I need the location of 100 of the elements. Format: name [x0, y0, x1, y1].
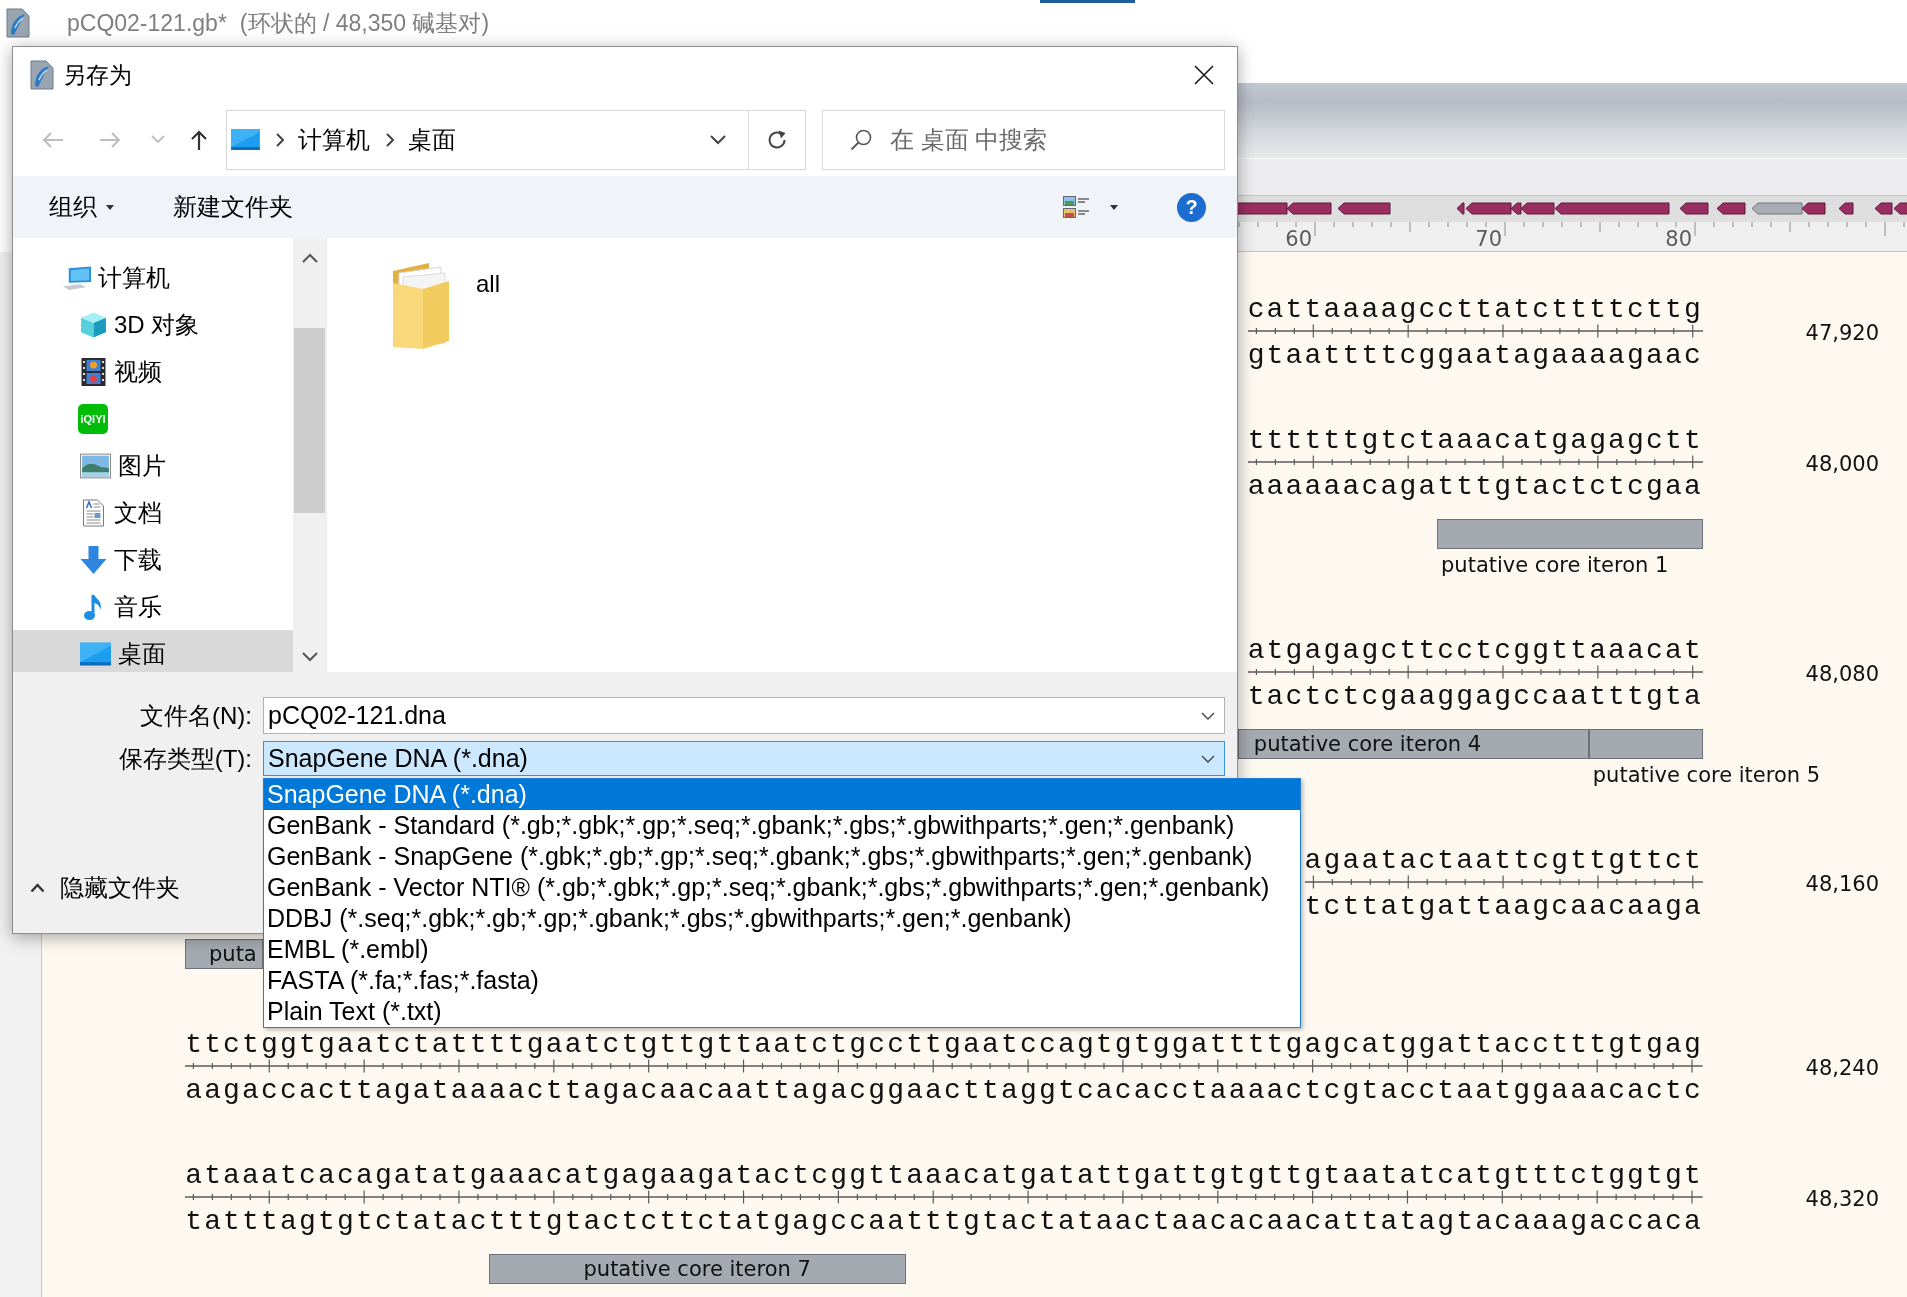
- picture-icon: [80, 452, 111, 479]
- close-icon: [1194, 65, 1214, 85]
- file-name[interactable]: all: [476, 269, 500, 299]
- feature-bar[interactable]: putative core iteron 7: [488, 1254, 906, 1284]
- feature-arrow[interactable]: [1874, 202, 1893, 215]
- feature-arrow[interactable]: [1679, 202, 1709, 215]
- dropdown-option[interactable]: GenBank - Vector NTI® (*.gb;*.gbk;*.gp;*.seq;*.gbank;*.gbs;*.gbwithparts;*.gen;*.genbank): [264, 872, 1300, 903]
- chevron-right-icon: [386, 132, 394, 147]
- dropdown-option[interactable]: GenBank - SnapGene (*.gbk;*.gb;*.gp;*.seq;*.gbank;*.gbs;*.gbwithparts;*.gen;*.genbank): [264, 841, 1300, 872]
- position-number: 48,320: [1805, 1186, 1879, 1212]
- up-arrow-icon: [190, 128, 208, 151]
- nav-item[interactable]: 桌面: [13, 630, 293, 672]
- thumbnail-list-icon: [1063, 195, 1090, 219]
- screen-icon: [80, 640, 111, 667]
- address-bar[interactable]: 计算机 桌面: [226, 109, 806, 170]
- feature-label: putative core iteron 1: [1441, 552, 1669, 578]
- app-logo: iQIYI: [78, 403, 108, 434]
- top-strand: cattaaaagccttatcttttcttg: [1247, 297, 1703, 323]
- dropdown-option[interactable]: GenBank - Standard (*.gb;*.gbk;*.gp;*.seq;*.gbank;*.gbs;*.gbwithparts;*.gen;*.genbank): [264, 810, 1300, 841]
- dropdown-option[interactable]: SnapGene DNA (*.dna): [264, 779, 1300, 810]
- top-strand: agaatactaattcgttgttct: [1304, 848, 1703, 874]
- screen-icon: [231, 129, 260, 150]
- nav-item[interactable]: 视频: [13, 348, 293, 395]
- bottom-strand: aaaaaacagatttgtactctcgaa: [1247, 474, 1703, 500]
- scroll-up-icon[interactable]: [301, 253, 318, 263]
- scrollbar[interactable]: [293, 238, 326, 672]
- feature-arrow[interactable]: [1456, 202, 1465, 215]
- feature-bar[interactable]: puta: [185, 939, 263, 969]
- breadcrumb-item[interactable]: 桌面: [408, 124, 456, 155]
- feature-arrow[interactable]: [1893, 202, 1907, 215]
- feature-arrow[interactable]: [1801, 202, 1826, 215]
- caret-icon: [106, 204, 114, 210]
- position-number: 48,240: [1805, 1055, 1879, 1081]
- nav-item[interactable]: 音乐: [13, 583, 293, 630]
- dialog-logo-icon: [30, 60, 54, 90]
- nav-item[interactable]: 计算机: [13, 254, 293, 301]
- refresh-icon: [766, 128, 788, 151]
- ruler-label: 70: [1475, 228, 1502, 251]
- chevron-down-icon: [1201, 754, 1215, 763]
- dropdown-option[interactable]: EMBL (*.embl): [264, 934, 1300, 965]
- dropdown-option[interactable]: DDBJ (*.seq;*.gbk;*.gb;*.gp;*.gbank;*.gbs;*.gbwithparts;*.gen;*.genbank): [264, 903, 1300, 934]
- scroll-down-icon[interactable]: [301, 652, 318, 662]
- top-strand: ttctggtgaatctattttgaatctgttgttaatctgccttgaatccagtgtggattttgagcatggattacctttgtgag: [185, 1032, 1703, 1058]
- window-subtitle: (环状的 / 48,350 碱基对): [239, 8, 490, 38]
- app-logo-icon: [6, 8, 30, 38]
- bottom-strand: tactctcgaaggagccaatttgta: [1247, 684, 1703, 710]
- scrollbar-thumb[interactable]: [294, 328, 325, 513]
- position-number: 47,920: [1805, 320, 1879, 346]
- forward-arrow-icon: [99, 130, 121, 149]
- dropdown-option[interactable]: FASTA (*.fa;*.fas;*.fasta): [264, 965, 1300, 996]
- chevron-down-icon: [710, 134, 726, 145]
- new-folder-button[interactable]: 新建文件夹: [173, 191, 293, 223]
- organize-button[interactable]: 组织: [49, 191, 114, 223]
- top-strand: ttttttgtctaaacatgagagctt: [1247, 428, 1703, 454]
- breadcrumb-item[interactable]: 计算机: [298, 124, 370, 155]
- down-arrow-icon: [80, 545, 107, 574]
- feature-arrow[interactable]: [1286, 202, 1332, 215]
- nav-item[interactable]: 3D 对象: [13, 301, 293, 348]
- top-strand: atgagagcttcctcggttaaacat: [1247, 638, 1703, 664]
- search-field[interactable]: 在 桌面 中搜索: [822, 109, 1225, 170]
- back-arrow-icon: [42, 130, 64, 149]
- position-number: 48,160: [1805, 871, 1879, 897]
- field-label: 保存类型(T):: [118, 743, 252, 774]
- search-icon: [850, 128, 872, 151]
- feature-label: putative core iteron 5: [1592, 762, 1821, 788]
- field-label: 文件名(N):: [140, 700, 252, 731]
- bottom-strand: tcttatgattaagcaacaaga: [1304, 894, 1703, 920]
- position-number: 48,000: [1805, 451, 1879, 477]
- bottom-strand: tatttagtgtctatactttgtactcttctatgagccaatttgtactataactaacacaacattatagtacaaagaccaca: [185, 1209, 1703, 1235]
- feature-arrow[interactable]: [1510, 202, 1522, 215]
- caret-icon: [1110, 204, 1118, 210]
- bottom-strand: gtaattttcggaatagaaaagaac: [1247, 343, 1703, 369]
- file-name-field[interactable]: pCQ02-121.dna: [263, 697, 1225, 734]
- window-title: pCQ02-121.gb*: [67, 9, 227, 37]
- position-number: 48,080: [1805, 661, 1879, 687]
- nav-item[interactable]: 文档: [13, 489, 293, 536]
- chevron-down-icon: [151, 135, 165, 144]
- top-strand: ataaatcacagatatgaaacatgagaagatactcggttaaacatgatattgattgtgttgtaatatcatgtttctggtgt: [185, 1163, 1703, 1189]
- feature-bar[interactable]: putative core iteron 4: [1237, 729, 1589, 759]
- film-icon: [80, 357, 107, 386]
- help-button[interactable]: ?: [1177, 192, 1206, 222]
- feature-arrow[interactable]: [1838, 202, 1854, 215]
- nav-item[interactable]: 下载: [13, 536, 293, 583]
- chevron-down-icon: [1201, 712, 1215, 720]
- bottom-strand: aagaccacttagataaaacttagacaacaattagacggaacttaggtcacacctaaaactcgtacctaatggaaacactc: [185, 1078, 1703, 1104]
- ruler-label: 80: [1665, 228, 1692, 251]
- cube-icon: [80, 310, 107, 339]
- chevron-up-icon: [30, 883, 45, 893]
- dropdown-option[interactable]: Plain Text (*.txt): [264, 996, 1300, 1027]
- dialog-title: 另存为: [63, 60, 132, 90]
- computer-icon: [62, 264, 93, 291]
- document-icon: [80, 498, 107, 527]
- hide-folders-button[interactable]: 隐藏文件夹: [30, 873, 180, 903]
- feature-arrow[interactable]: [1337, 202, 1391, 215]
- nav-item[interactable]: 图片: [13, 442, 293, 489]
- file-type-select[interactable]: SnapGene DNA (*.dna): [263, 741, 1225, 776]
- view-options-button[interactable]: [1063, 195, 1118, 219]
- feature-arrow[interactable]: [1716, 202, 1746, 215]
- chevron-right-icon: [276, 132, 284, 147]
- ruler-label: 60: [1285, 228, 1312, 251]
